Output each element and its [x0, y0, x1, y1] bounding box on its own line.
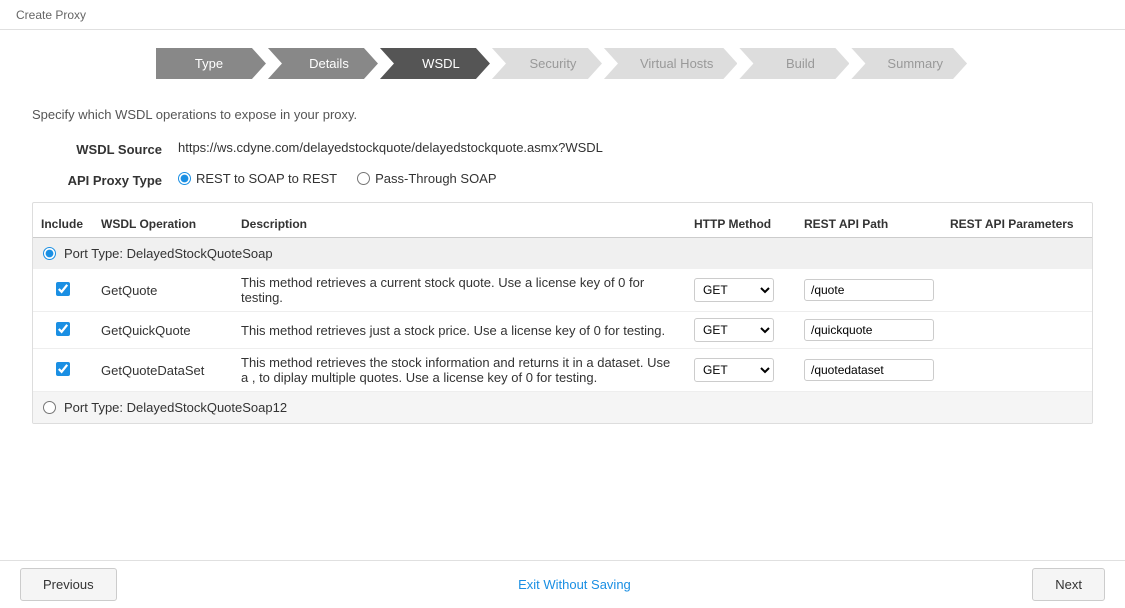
table-row: GetQuoteDataSet This method retrieves th…: [33, 349, 1092, 392]
radio-rest-to-soap-input[interactable]: [178, 172, 191, 185]
proxy-type-radio-group: REST to SOAP to REST Pass-Through SOAP: [178, 171, 497, 186]
port-type-row-1: Port Type: DelayedStockQuoteSoap: [33, 238, 1092, 270]
port-type-2-radio[interactable]: [43, 401, 56, 414]
table-row: GetQuickQuote This method retrieves just…: [33, 312, 1092, 349]
op2-include-checkbox[interactable]: [56, 322, 70, 336]
step-wsdl[interactable]: WSDL: [380, 48, 490, 79]
api-proxy-type-label: API Proxy Type: [32, 171, 162, 188]
step-type[interactable]: Type: [156, 48, 266, 79]
page-subtitle: Specify which WSDL operations to expose …: [32, 107, 1093, 122]
radio-rest-to-soap[interactable]: REST to SOAP to REST: [178, 171, 337, 186]
op1-include-checkbox[interactable]: [56, 282, 70, 296]
op1-params-cell: [942, 269, 1092, 312]
api-proxy-type-row: API Proxy Type REST to SOAP to REST Pass…: [32, 171, 1093, 188]
main-content: Specify which WSDL operations to expose …: [0, 93, 1125, 438]
op1-name-cell: GetQuote: [93, 269, 233, 312]
radio-pass-through-input[interactable]: [357, 172, 370, 185]
op3-include-cell: [33, 349, 93, 392]
exit-without-saving-link[interactable]: Exit Without Saving: [518, 577, 631, 592]
table-body: Port Type: DelayedStockQuoteSoap GetQuot…: [33, 238, 1092, 424]
step-summary[interactable]: Summary: [851, 48, 967, 79]
op3-path-input[interactable]: [804, 359, 934, 381]
next-button[interactable]: Next: [1032, 568, 1105, 601]
op3-desc-cell: This method retrieves the stock informat…: [233, 349, 686, 392]
port-type-1-label[interactable]: Port Type: DelayedStockQuoteSoap: [43, 246, 1082, 261]
step-build[interactable]: Build: [739, 48, 849, 79]
op2-name-cell: GetQuickQuote: [93, 312, 233, 349]
previous-button[interactable]: Previous: [20, 568, 117, 601]
op2-http-select[interactable]: GET POST PUT DELETE: [694, 318, 774, 342]
wsdl-source-row: WSDL Source https://ws.cdyne.com/delayed…: [32, 140, 1093, 157]
step-security[interactable]: Security: [492, 48, 602, 79]
op3-include-checkbox[interactable]: [56, 362, 70, 376]
op1-path-cell: [796, 269, 942, 312]
op1-path-input[interactable]: [804, 279, 934, 301]
port-type-row-2: Port Type: DelayedStockQuoteSoap12: [33, 392, 1092, 424]
op1-desc-cell: This method retrieves a current stock qu…: [233, 269, 686, 312]
step-details[interactable]: Details: [268, 48, 378, 79]
operations-table: Include WSDL Operation Description HTTP …: [33, 211, 1092, 423]
op2-path-cell: [796, 312, 942, 349]
col-wsdl-operation: WSDL Operation: [93, 211, 233, 238]
op3-path-cell: [796, 349, 942, 392]
port-type-cell-2: Port Type: DelayedStockQuoteSoap12: [33, 392, 1092, 424]
op1-http-select[interactable]: GET POST PUT DELETE: [694, 278, 774, 302]
port-type-cell-1: Port Type: DelayedStockQuoteSoap: [33, 238, 1092, 270]
op3-name-cell: GetQuoteDataSet: [93, 349, 233, 392]
op2-desc-cell: This method retrieves just a stock price…: [233, 312, 686, 349]
op2-http-cell: GET POST PUT DELETE: [686, 312, 796, 349]
app-header: Create Proxy: [0, 0, 1125, 30]
step-virtual-hosts[interactable]: Virtual Hosts: [604, 48, 737, 79]
col-rest-api-path: REST API Path: [796, 211, 942, 238]
wsdl-source-value: https://ws.cdyne.com/delayedstockquote/d…: [178, 140, 603, 155]
radio-pass-through[interactable]: Pass-Through SOAP: [357, 171, 496, 186]
port-type-2-label[interactable]: Port Type: DelayedStockQuoteSoap12: [43, 400, 1082, 415]
table-header: Include WSDL Operation Description HTTP …: [33, 211, 1092, 238]
op3-http-cell: GET POST PUT DELETE: [686, 349, 796, 392]
port-type-1-radio[interactable]: [43, 247, 56, 260]
op1-http-cell: GET POST PUT DELETE: [686, 269, 796, 312]
op3-http-select[interactable]: GET POST PUT DELETE: [694, 358, 774, 382]
col-http-method: HTTP Method: [686, 211, 796, 238]
operations-table-container: Include WSDL Operation Description HTTP …: [32, 202, 1093, 424]
footer: Previous Exit Without Saving Next: [0, 560, 1125, 608]
wsdl-source-label: WSDL Source: [32, 140, 162, 157]
col-description: Description: [233, 211, 686, 238]
table-row: GetQuote This method retrieves a current…: [33, 269, 1092, 312]
op1-include-cell: [33, 269, 93, 312]
col-rest-api-params: REST API Parameters: [942, 211, 1092, 238]
op3-params-cell: [942, 349, 1092, 392]
col-include: Include: [33, 211, 93, 238]
wizard-steps: Type Details WSDL Security Virtual Hosts…: [0, 30, 1125, 93]
op2-path-input[interactable]: [804, 319, 934, 341]
app-title: Create Proxy: [16, 8, 86, 22]
op2-params-cell: [942, 312, 1092, 349]
op2-include-cell: [33, 312, 93, 349]
